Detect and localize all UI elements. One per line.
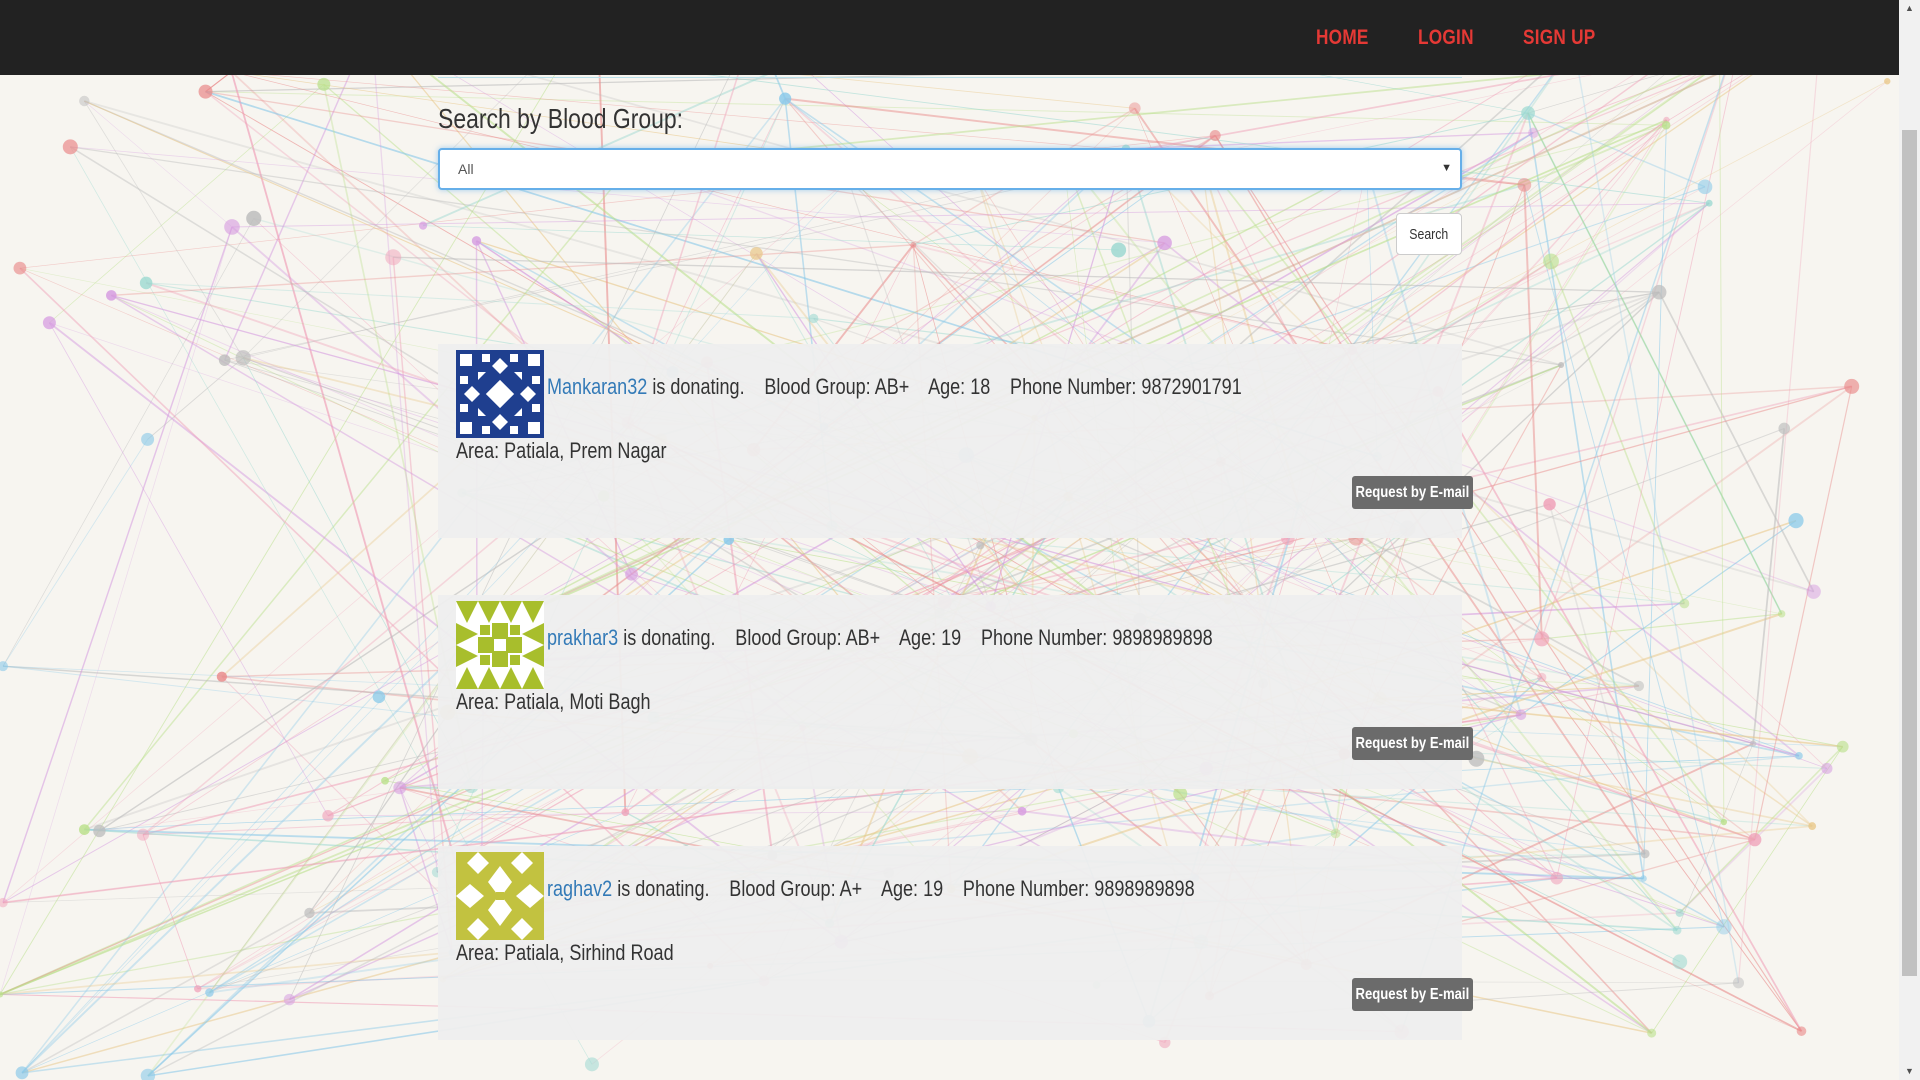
donor-area: Area: Patiala, Sirhind Road <box>456 940 674 965</box>
search-button[interactable]: Search <box>1396 213 1462 255</box>
donor-area: Area: Patiala, Prem Nagar <box>456 438 667 463</box>
donor-card: Mankaran32 is donating. Blood Group: AB+… <box>438 344 1473 538</box>
request-email-button[interactable]: Request by E-mail <box>1352 476 1473 509</box>
request-email-label: Request by E-mail <box>1355 483 1470 501</box>
donor-info: Mankaran32 is donating. Blood Group: AB+… <box>547 374 1242 400</box>
request-email-label: Request by E-mail <box>1355 734 1470 752</box>
donor-card: raghav2 is donating. Blood Group: A+ Age… <box>438 846 1473 1040</box>
nav-home-link[interactable]: HOME <box>1316 26 1369 50</box>
donor-age: Age: 18 <box>928 374 991 399</box>
donor-status: is donating. <box>617 876 710 901</box>
donor-age: Age: 19 <box>898 625 962 650</box>
vertical-scrollbar[interactable]: ▲ ▼ <box>1899 0 1920 1080</box>
donor-status: is donating. <box>623 625 716 650</box>
donor-info: raghav2 is donating. Blood Group: A+ Age… <box>547 876 1195 902</box>
scroll-up-arrow-icon[interactable]: ▲ <box>1899 0 1920 17</box>
donor-card: prakhar3 is donating. Blood Group: AB+ A… <box>438 595 1473 789</box>
donor-age: Age: 19 <box>880 876 944 901</box>
donor-info: prakhar3 is donating. Blood Group: AB+ A… <box>547 625 1213 651</box>
donor-blood-group: Blood Group: A+ <box>729 876 863 901</box>
divider <box>438 77 1462 78</box>
donor-blood-group: Blood Group: AB+ <box>735 625 881 650</box>
scrollbar-thumb[interactable] <box>1902 130 1917 976</box>
donor-phone: Phone Number: 9872901791 <box>1010 374 1242 399</box>
donor-username-link[interactable]: raghav2 <box>547 876 612 901</box>
donor-username-link[interactable]: prakhar3 <box>547 625 618 650</box>
search-button-label: Search <box>1409 225 1449 243</box>
avatar <box>456 852 544 940</box>
nav-links: HOME LOGIN SIGN UP <box>1279 0 1611 75</box>
blood-group-select[interactable]: All ▼ <box>438 148 1462 190</box>
donor-phone: Phone Number: 9898989898 <box>980 625 1213 650</box>
nav-login-link[interactable]: LOGIN <box>1418 26 1474 50</box>
request-email-button[interactable]: Request by E-mail <box>1352 978 1473 1011</box>
scroll-down-arrow-icon[interactable]: ▼ <box>1899 1063 1920 1080</box>
chevron-down-icon: ▼ <box>1441 162 1452 174</box>
request-email-label: Request by E-mail <box>1355 985 1470 1003</box>
donor-blood-group: Blood Group: AB+ <box>764 374 910 399</box>
select-value: All <box>458 161 474 177</box>
donor-status: is donating. <box>652 374 745 399</box>
donor-area: Area: Patiala, Moti Bagh <box>456 689 651 714</box>
donor-phone: Phone Number: 9898989898 <box>962 876 1195 901</box>
avatar <box>456 350 544 438</box>
avatar <box>456 601 544 689</box>
donor-username-link[interactable]: Mankaran32 <box>547 374 647 399</box>
search-label: Search by Blood Group: <box>438 103 684 134</box>
nav-signup-link[interactable]: SIGN UP <box>1523 26 1596 50</box>
request-email-button[interactable]: Request by E-mail <box>1352 727 1473 760</box>
top-navbar: HOME LOGIN SIGN UP <box>0 0 1899 75</box>
